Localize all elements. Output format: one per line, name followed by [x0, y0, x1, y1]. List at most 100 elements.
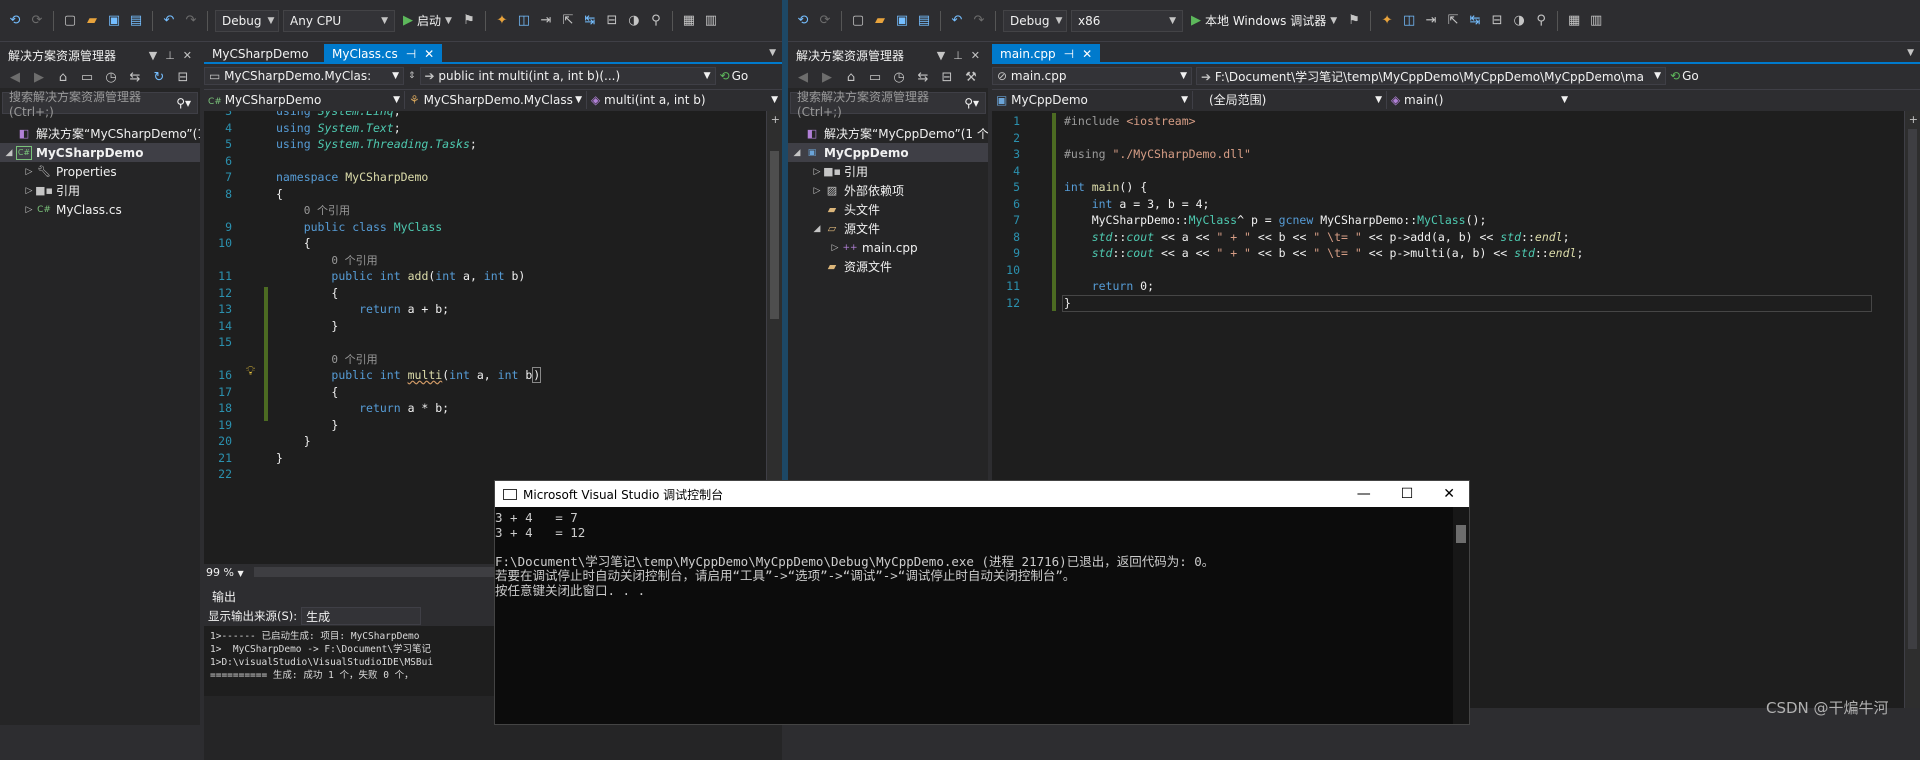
home-icon[interactable]: ⌂ — [54, 68, 72, 86]
tab-myclass-cs[interactable]: MyClass.cs ⊣ ✕ — [324, 44, 443, 64]
code-line[interactable]: 1 #include <iostream> — [992, 113, 1892, 130]
layout-icon[interactable]: ▥ — [1587, 12, 1605, 30]
back-icon[interactable]: ◀ — [6, 68, 24, 86]
debug-icon[interactable]: ⚑ — [1345, 12, 1363, 30]
code-line[interactable]: 3 #using "./MyCSharpDemo.dll" — [992, 146, 1892, 163]
back-icon[interactable]: ⟲ — [794, 12, 812, 30]
undo-icon[interactable]: ↶ — [160, 12, 178, 30]
format-icon[interactable]: ↹ — [1466, 12, 1484, 30]
step-icon[interactable]: ⇥ — [537, 12, 555, 30]
tab-overflow-icon[interactable]: ▼ — [1901, 44, 1920, 62]
layout-icon[interactable]: ▥ — [702, 12, 720, 30]
solution-explorer-search[interactable]: 搜索解决方案资源管理器(Ctrl+;) ⚲▾ — [790, 90, 986, 119]
redo-icon[interactable]: ↷ — [970, 12, 988, 30]
references-node[interactable]: ▷ ■▪ 引用 — [0, 181, 200, 200]
maximize-button[interactable]: ☐ — [1401, 486, 1414, 502]
sync-icon[interactable]: ⇆ — [126, 68, 144, 86]
minimize-button[interactable]: — — [1357, 486, 1371, 502]
tab-mycsharpdemo[interactable]: MyCSharpDemo — [204, 44, 324, 64]
console-output[interactable]: 3 + 4 = 73 + 4 = 12 F:\Document\学习笔记\temp… — [495, 507, 1469, 724]
type-combo[interactable]: ⚘ MyCSharpDemo.MyClass ▼ — [404, 90, 586, 109]
code-area[interactable]: 1 #include <iostream> 2 3 #using "./MyCSharp… — [992, 113, 1892, 311]
split-icon[interactable]: + — [771, 113, 780, 126]
code-line[interactable]: 0 个引用 — [204, 351, 764, 368]
code-line[interactable]: 6 int a = 3, b = 4; — [992, 196, 1892, 213]
browser-link-icon[interactable]: ◫ — [1400, 12, 1418, 30]
code-line[interactable]: 20 } — [204, 433, 764, 450]
header-files-node[interactable]: ▰ 头文件 — [788, 200, 988, 219]
forward-icon[interactable]: ▶ — [30, 68, 48, 86]
code-line[interactable]: 12 { — [204, 285, 764, 302]
main-cpp-node[interactable]: ▷ ++ main.cpp — [788, 238, 988, 257]
right-vertical-scrollbar[interactable] — [1904, 111, 1920, 708]
solution-node[interactable]: ◧ 解决方案“MyCppDemo”(1 个项目 — [788, 124, 1013, 143]
code-line[interactable]: 7 MyCSharpDemo::MyClass^ p = gcnew MyCSh… — [992, 212, 1892, 229]
split-icon[interactable]: + — [1909, 113, 1918, 126]
method-combo[interactable]: ◈ multi(int a, int b) ▼ — [586, 90, 782, 109]
code-line[interactable]: 0 个引用 — [204, 252, 764, 269]
start-debugger-button[interactable]: ▶ 本地 Windows 调试器 ▼ — [1187, 12, 1341, 29]
class-combo[interactable]: C# MyCSharpDemo ▼ — [204, 90, 404, 109]
code-line[interactable]: 2 — [992, 130, 1892, 147]
browser-link-icon[interactable]: ◫ — [515, 12, 533, 30]
bookmark-icon[interactable]: ◑ — [1510, 12, 1528, 30]
forward-icon[interactable]: ▶ — [818, 68, 836, 86]
dropdown-icon[interactable]: ▼ — [149, 49, 157, 62]
code-line[interactable]: 3 using System.Linq; — [204, 111, 764, 120]
close-tab-icon[interactable]: ✕ — [1082, 47, 1092, 61]
pin-icon[interactable]: ⊥ — [953, 49, 963, 62]
project-combo[interactable]: ▣ MyCppDemo ▼ — [992, 90, 1192, 109]
solution-node[interactable]: ◧ 解决方案“MyCSharpDemo”(1 个项目 — [0, 124, 245, 143]
save-icon[interactable]: ▣ — [105, 12, 123, 30]
code-line[interactable]: 11 return 0; — [992, 278, 1892, 295]
path-combo[interactable]: ➔ F:\Document\学习笔记\temp\MyCppDemo\MyCppD… — [1196, 67, 1666, 85]
forward-icon[interactable]: ⟳ — [816, 12, 834, 30]
code-line[interactable]: 18 return a * b; — [204, 400, 764, 417]
code-line[interactable]: 10 { — [204, 235, 764, 252]
code-line[interactable]: 15 — [204, 334, 764, 351]
project-node[interactable]: ◢ C# MyCSharpDemo — [0, 143, 200, 162]
code-line[interactable]: 6 — [204, 153, 764, 170]
scope-combo[interactable]: (全局范围) ▼ — [1192, 90, 1386, 109]
function-combo[interactable]: ◈ main() ▼ — [1386, 90, 1572, 109]
hot-reload-icon[interactable]: ✦ — [1378, 12, 1396, 30]
code-line[interactable]: 16 public int multi(int a, int b) — [204, 367, 764, 384]
zoom-select[interactable]: 99 % ▼ — [206, 566, 244, 579]
properties-node[interactable]: ▷ 🔧︎ Properties — [0, 162, 200, 181]
references-node[interactable]: ▷ ■▪ 引用 — [788, 162, 988, 181]
comment-icon[interactable]: ⊟ — [603, 12, 621, 30]
code-line[interactable]: 10 — [992, 262, 1892, 279]
resource-files-node[interactable]: ▰ 资源文件 — [788, 257, 988, 276]
dropdown-icon[interactable]: ▼ — [937, 49, 945, 62]
forward-icon[interactable]: ⟳ — [28, 12, 46, 30]
project-scope-combo[interactable]: ▭ MyCSharpDemo.MyClas: ▼ — [204, 67, 404, 85]
file-combo[interactable]: ⊘ main.cpp ▼ — [992, 67, 1192, 85]
pending-changes-icon[interactable]: ◷ — [102, 68, 120, 86]
collapse-icon[interactable]: ⊟ — [174, 68, 192, 86]
code-line[interactable]: 19 } — [204, 417, 764, 434]
go-button[interactable]: ⟲ Go — [1670, 69, 1699, 83]
myclass-file-node[interactable]: ▷ C# MyClass.cs — [0, 200, 200, 219]
start-button[interactable]: ▶ 启动 ▼ — [399, 12, 456, 29]
format-icon[interactable]: ↹ — [581, 12, 599, 30]
code-line[interactable]: 17 { — [204, 384, 764, 401]
redo-icon[interactable]: ↷ — [182, 12, 200, 30]
code-line[interactable]: 8 std::cout << a << " + " << b << " \t= … — [992, 229, 1892, 246]
output-source-select[interactable]: 生成 — [301, 607, 422, 625]
platform-select[interactable]: Any CPU ▼ — [283, 9, 395, 32]
go-button[interactable]: ⟲ Go — [720, 69, 749, 83]
code-line[interactable]: 5 int main() { — [992, 179, 1892, 196]
code-line[interactable]: 14 } — [204, 318, 764, 335]
code-line[interactable]: 9 public class MyClass — [204, 219, 764, 236]
lightbulb-icon[interactable]: 💡︎ — [246, 364, 255, 379]
open-folder-icon[interactable]: ▰ — [83, 12, 101, 30]
member-combo[interactable]: ➔ public int multi(int a, int b)(...) ▼ — [419, 67, 716, 85]
new-project-icon[interactable]: ▢ — [61, 12, 79, 30]
close-icon[interactable]: ✕ — [971, 49, 980, 62]
code-line[interactable]: 13 return a + b; — [204, 301, 764, 318]
pending-changes-icon[interactable]: ◷ — [890, 68, 908, 86]
wrench-icon[interactable]: ⚒ — [962, 68, 980, 86]
comment-icon[interactable]: ⊟ — [1488, 12, 1506, 30]
code-line[interactable]: 9 std::cout << a << " + " << b << " \t= … — [992, 245, 1892, 262]
window-icon[interactable]: ▦ — [1565, 12, 1583, 30]
